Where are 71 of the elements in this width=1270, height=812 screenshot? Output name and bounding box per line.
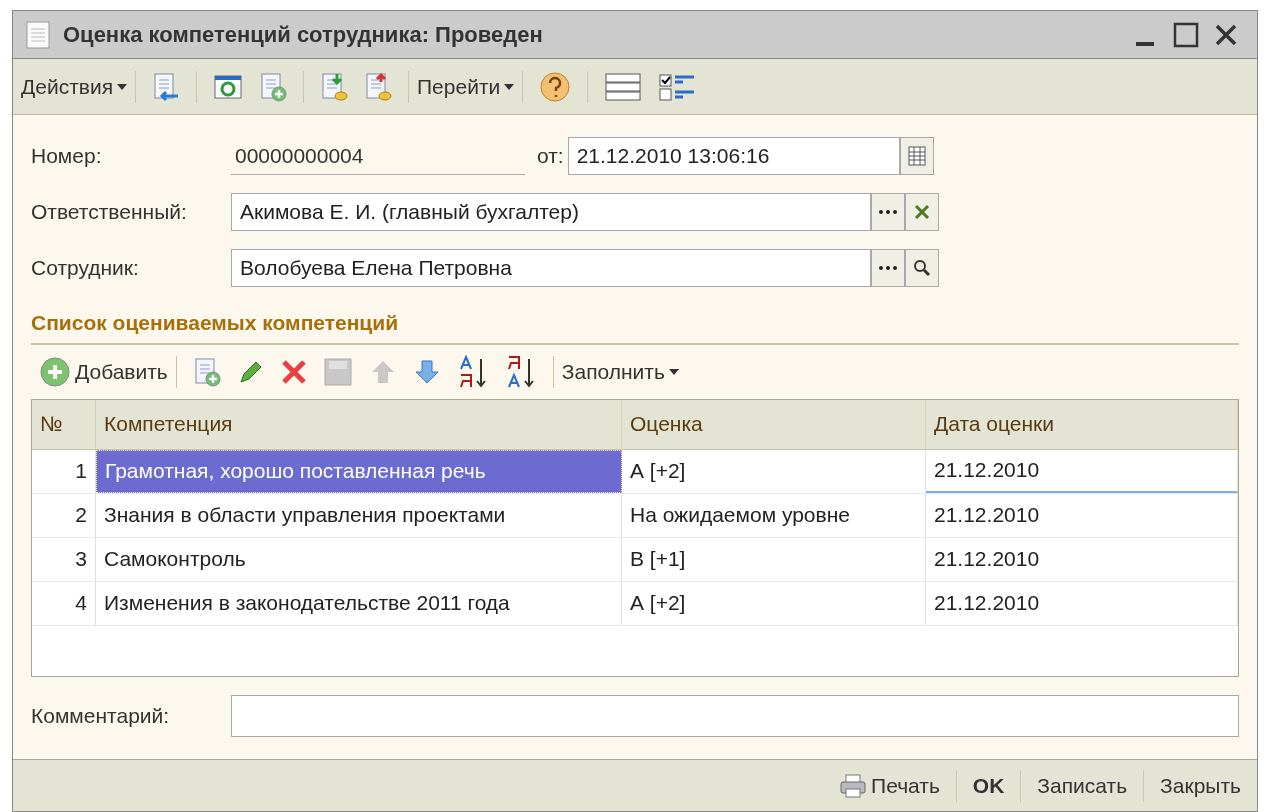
clear-icon bbox=[914, 204, 930, 220]
fill-menu[interactable]: Заполнить bbox=[561, 355, 679, 388]
help-icon[interactable] bbox=[539, 70, 572, 103]
add-button[interactable]: Добавить bbox=[39, 355, 168, 388]
caret-icon bbox=[504, 83, 515, 90]
employee-label: Сотрудник: bbox=[31, 255, 140, 282]
number-value: 00000000004 bbox=[231, 137, 525, 175]
window-title: Оценка компетенций сотрудника: Проведен bbox=[63, 21, 543, 49]
table-cell: 21.12.2010 bbox=[926, 449, 1238, 493]
table-row[interactable]: 4 Изменения в законодательстве 2011 года А [+2] 21.12.2010 bbox=[32, 581, 1238, 626]
select-button[interactable] bbox=[871, 249, 905, 287]
ok-button[interactable]: OK bbox=[964, 769, 1013, 802]
document-add-icon[interactable] bbox=[259, 71, 287, 102]
employee-field[interactable]: Волобуева Елена Петровна bbox=[231, 249, 871, 287]
document-arrow-icon[interactable] bbox=[152, 71, 180, 102]
form-fields-icon[interactable] bbox=[604, 71, 643, 102]
calendar-button[interactable] bbox=[899, 137, 934, 175]
ellipsis-icon bbox=[878, 209, 898, 215]
table-cell: Грамотная, хорошо поставленная речь bbox=[96, 449, 622, 493]
plus-icon bbox=[39, 355, 71, 388]
table-cell: А [+2] bbox=[622, 581, 926, 625]
close-icon[interactable] bbox=[1215, 23, 1237, 46]
comment-field[interactable] bbox=[231, 694, 1239, 737]
delete-icon[interactable] bbox=[280, 358, 307, 385]
close-button[interactable]: Закрыть bbox=[1152, 769, 1249, 802]
comment-label: Комментарий: bbox=[31, 702, 171, 729]
table-row[interactable]: 1 Грамотная, хорошо поставленная речь А [+2] 21.12.2010 bbox=[32, 449, 1238, 494]
table-cell: А [+2] bbox=[622, 449, 926, 493]
table-cell: 21.12.2010 bbox=[926, 537, 1238, 581]
goto-menu[interactable]: Перейти bbox=[417, 70, 515, 103]
table-cell: В [+1] bbox=[622, 537, 926, 581]
date-label: от: bbox=[537, 143, 564, 170]
document-coins-icon[interactable] bbox=[364, 71, 392, 102]
table-row[interactable]: 2 Знания в области управления проектами На ожидаемом уровне 21.12.2010 bbox=[32, 493, 1238, 538]
open-button[interactable] bbox=[905, 249, 939, 287]
actions-menu[interactable]: Действия bbox=[21, 70, 127, 103]
table-cell: Изменения в законодательстве 2011 года bbox=[96, 581, 622, 625]
maximize-icon[interactable] bbox=[1173, 21, 1199, 48]
save-button[interactable]: Записать bbox=[1029, 769, 1136, 802]
column-header[interactable]: Компетенция bbox=[96, 399, 622, 449]
responsible-label: Ответственный: bbox=[31, 199, 188, 226]
table-cell: 3 bbox=[32, 537, 96, 581]
ellipsis-icon bbox=[878, 265, 898, 271]
caret-icon bbox=[117, 83, 127, 90]
document-coins-icon[interactable] bbox=[320, 71, 348, 102]
calendar-icon bbox=[907, 146, 926, 166]
table-cell: На ожидаемом уровне bbox=[622, 493, 926, 537]
table-cell: 2 bbox=[32, 493, 96, 537]
print-button[interactable]: Печать bbox=[831, 769, 948, 802]
select-button[interactable] bbox=[871, 193, 905, 231]
date-field[interactable]: 21.12.2010 13:06:16 bbox=[567, 137, 900, 175]
search-icon bbox=[913, 259, 931, 277]
table-cell: Знания в области управления проектами bbox=[96, 493, 622, 537]
number-label: Номер: bbox=[31, 143, 103, 170]
printer-icon bbox=[839, 772, 868, 799]
clear-button[interactable] bbox=[905, 193, 939, 231]
column-header[interactable]: № bbox=[32, 399, 96, 449]
table-row[interactable]: 3 Самоконтроль В [+1] 21.12.2010 bbox=[32, 537, 1238, 582]
section-title: Список оцениваемых компетенций bbox=[31, 307, 1239, 345]
checklist-icon[interactable] bbox=[658, 71, 697, 102]
table-cell: 4 bbox=[32, 581, 96, 625]
table-cell: 21.12.2010 bbox=[926, 581, 1238, 625]
refresh-icon[interactable] bbox=[213, 72, 243, 101]
document-add-icon[interactable] bbox=[192, 356, 221, 387]
column-header[interactable]: Оценка bbox=[622, 399, 926, 449]
column-header[interactable]: Дата оценки bbox=[926, 399, 1238, 449]
table-cell: Самоконтроль bbox=[96, 537, 622, 581]
table-cell: 21.12.2010 bbox=[926, 493, 1238, 537]
responsible-field[interactable]: Акимова Е. И. (главный бухгалтер) bbox=[231, 193, 871, 231]
document-icon bbox=[25, 19, 51, 50]
caret-icon bbox=[668, 368, 679, 375]
